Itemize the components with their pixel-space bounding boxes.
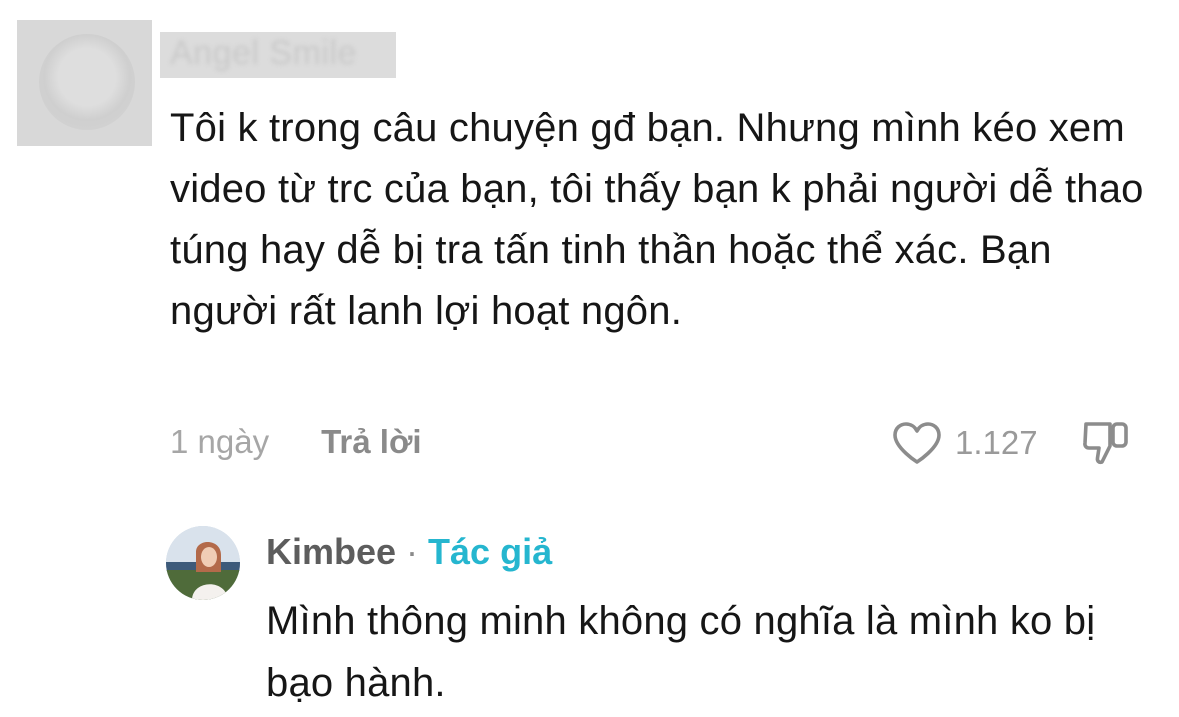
avatar-photo <box>166 526 240 600</box>
separator-dot: · <box>406 531 419 572</box>
commenter-username-blurred[interactable]: Angel Smile <box>160 32 396 78</box>
comment-text: Tôi k trong câu chuyện gđ bạn. Nhưng mìn… <box>170 106 1144 333</box>
reply-avatar[interactable] <box>166 526 240 600</box>
commenter-username: Angel Smile <box>170 34 357 72</box>
commenter-avatar-blurred[interactable] <box>17 20 152 146</box>
reply-username[interactable]: Kimbee <box>266 531 396 573</box>
like-count: 1.127 <box>955 424 1038 461</box>
reply-text: Mình thông minh không có nghĩa là mình k… <box>266 599 1096 705</box>
thumbs-down-outline-icon[interactable] <box>1080 418 1132 468</box>
avatar-blur-shape <box>39 34 135 130</box>
reply-button[interactable]: Trả lời <box>321 423 422 461</box>
reply-header: Kimbee · Tác giả <box>266 528 552 576</box>
heart-outline-icon <box>893 422 941 464</box>
comment-meta-row: 1 ngày Trả lời 1.127 <box>170 420 1160 466</box>
like-button[interactable]: 1.127 <box>891 420 1038 466</box>
comment-timestamp: 1 ngày <box>170 423 270 460</box>
author-badge: Tác giả <box>428 531 553 572</box>
